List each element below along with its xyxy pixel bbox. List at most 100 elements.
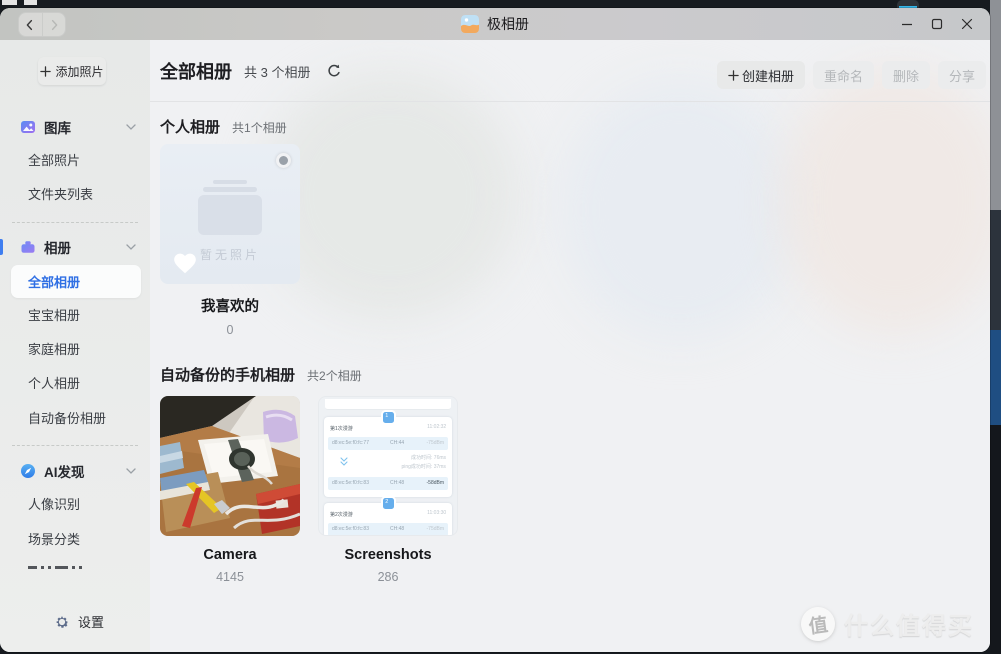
sidebar-divider: [12, 222, 138, 223]
album-name: Camera: [160, 547, 300, 563]
album-name: Screenshots: [318, 547, 458, 563]
roam-time-2: 11:03:30: [427, 510, 446, 516]
sidebar-item-auto-backup-album[interactable]: 自动备份相册: [28, 410, 106, 428]
roam-title-1: 第1次漫游: [330, 424, 353, 432]
gallery-icon: [20, 119, 36, 135]
sidebar-item-clipped[interactable]: [28, 566, 82, 570]
page-album-count: 共 3 个相册: [244, 62, 310, 81]
album-count: 4145: [160, 570, 300, 584]
sidebar-item-all-photos[interactable]: 全部照片: [28, 152, 80, 170]
roam-row: d8:ec:5e:f0:fc:83 CH:48 -75dBm: [328, 523, 448, 536]
app-icon: [461, 15, 479, 33]
watermark-badge: 值: [799, 604, 837, 642]
maximize-button[interactable]: [922, 11, 952, 37]
album-icon: [20, 239, 36, 255]
create-album-button[interactable]: 创建相册: [717, 61, 805, 89]
album-count: 0: [160, 323, 300, 337]
header-divider: [150, 101, 990, 102]
close-icon: [961, 18, 973, 30]
album-name: 我喜欢的: [160, 295, 300, 316]
gear-icon: [54, 614, 70, 630]
nav-history-group: [18, 12, 66, 37]
share-button[interactable]: 分享: [938, 61, 986, 89]
chevron-down-icon: [126, 468, 136, 474]
roam-info-2: ping成功时间: 37ms: [402, 462, 446, 470]
section-personal-title: 个人相册: [160, 116, 220, 137]
sidebar: 添加照片 图库 全部照片 文件夹列表: [0, 40, 150, 652]
roam-row: d8:ec:5e:f0:fc:77 CH:44 -75dBm: [328, 437, 448, 450]
toolbar-actions: 创建相册 重命名 删除 分享: [717, 61, 986, 89]
ai-group-label: AI发现: [44, 461, 85, 481]
empty-album-icon: [198, 180, 262, 235]
album-card-favorites[interactable]: 暂无照片 我喜欢的 0: [160, 144, 300, 337]
section-backup-header: 自动备份的手机相册 共2个相册: [160, 364, 362, 385]
gallery-group-label: 图库: [44, 117, 71, 137]
double-chevron-down-icon: [340, 457, 348, 467]
window-title: 极相册: [487, 14, 529, 34]
background-window-fragment: [2, 0, 37, 6]
refresh-button[interactable]: [326, 63, 342, 79]
section-personal-count: 共1个相册: [232, 119, 287, 136]
watermark: 值 什么值得买: [801, 606, 974, 641]
roam-badge-2: 2: [383, 498, 394, 509]
titlebar: 极相册: [0, 8, 990, 40]
desktop-edge-strip: [990, 0, 1001, 654]
delete-button[interactable]: 删除: [882, 61, 930, 89]
minimize-icon: [901, 18, 913, 30]
watermark-text: 什么值得买: [844, 606, 974, 641]
sidebar-item-personal-album[interactable]: 个人相册: [28, 375, 80, 393]
rename-button[interactable]: 重命名: [813, 61, 874, 89]
sidebar-item-baby-album[interactable]: 宝宝相册: [28, 307, 80, 325]
minimize-button[interactable]: [892, 11, 922, 37]
album-card-screenshots[interactable]: 1 第1次漫游 11:02:32 d8:ec:5e:f0:fc:77 CH:44…: [318, 396, 458, 584]
maximize-icon: [931, 18, 943, 30]
sidebar-item-all-albums[interactable]: 全部相册: [11, 265, 141, 298]
window-controls: [892, 8, 982, 40]
sidebar-item-folder-list[interactable]: 文件夹列表: [28, 186, 93, 204]
sidebar-group-albums[interactable]: 相册: [20, 237, 140, 257]
sidebar-item-scene-classification[interactable]: 场景分类: [28, 531, 80, 549]
titlebar-center: 极相册: [0, 14, 990, 34]
active-group-indicator: [0, 239, 3, 255]
close-button[interactable]: [952, 11, 982, 37]
chevron-down-icon: [126, 124, 136, 130]
app-window: 极相册 添加照片: [0, 8, 990, 652]
album-card-camera[interactable]: Camera 4145: [160, 396, 300, 584]
screenshots-thumbnail: 1 第1次漫游 11:02:32 d8:ec:5e:f0:fc:77 CH:44…: [318, 396, 458, 536]
plus-icon: [728, 70, 739, 81]
section-backup-title: 自动备份的手机相册: [160, 364, 295, 385]
sidebar-group-gallery[interactable]: 图库: [20, 117, 140, 137]
screenshot-partial-card: [325, 399, 451, 410]
chevron-right-icon: [47, 18, 61, 32]
chevron-left-icon: [23, 18, 37, 32]
sidebar-item-face-recognition[interactable]: 人像识别: [28, 496, 80, 514]
camera-thumbnail: [160, 396, 300, 536]
camera-photo-illustration: [160, 396, 300, 536]
album-count: 286: [318, 570, 458, 584]
roam-time-1: 11:02:32: [427, 424, 446, 430]
screenshot-card-1: 1 第1次漫游 11:02:32 d8:ec:5e:f0:fc:77 CH:44…: [324, 417, 452, 497]
add-photos-button[interactable]: 添加照片: [38, 57, 106, 85]
forward-button[interactable]: [42, 13, 66, 36]
sidebar-group-ai[interactable]: AI发现: [20, 461, 140, 481]
roam-info-1: 成功时间: 76ms: [411, 453, 446, 461]
album-select-radio[interactable]: [276, 153, 291, 168]
settings-label: 设置: [78, 612, 104, 631]
screenshot-card-2: 2 第2次漫游 11:03:30 d8:ec:5e:f0:fc:83 CH:48…: [324, 503, 452, 536]
favorites-thumbnail: 暂无照片: [160, 144, 300, 284]
settings-button[interactable]: 设置: [54, 612, 104, 631]
section-personal-header: 个人相册 共1个相册: [160, 116, 287, 137]
roam-title-2: 第2次漫游: [330, 510, 353, 518]
heart-icon: [172, 251, 198, 275]
page-title: 全部相册: [160, 58, 232, 84]
section-backup-count: 共2个相册: [307, 367, 362, 384]
add-photos-label: 添加照片: [55, 63, 103, 80]
plus-icon: [40, 66, 51, 77]
chevron-down-icon: [126, 244, 136, 250]
roam-row: d8:ec:5e:f0:fc:83 CH:48 -58dBm: [328, 477, 448, 490]
back-button[interactable]: [19, 13, 42, 36]
ai-discover-icon: [20, 463, 36, 479]
sidebar-item-family-album[interactable]: 家庭相册: [28, 341, 80, 359]
roam-badge-1: 1: [383, 412, 394, 423]
create-album-label: 创建相册: [742, 66, 794, 85]
